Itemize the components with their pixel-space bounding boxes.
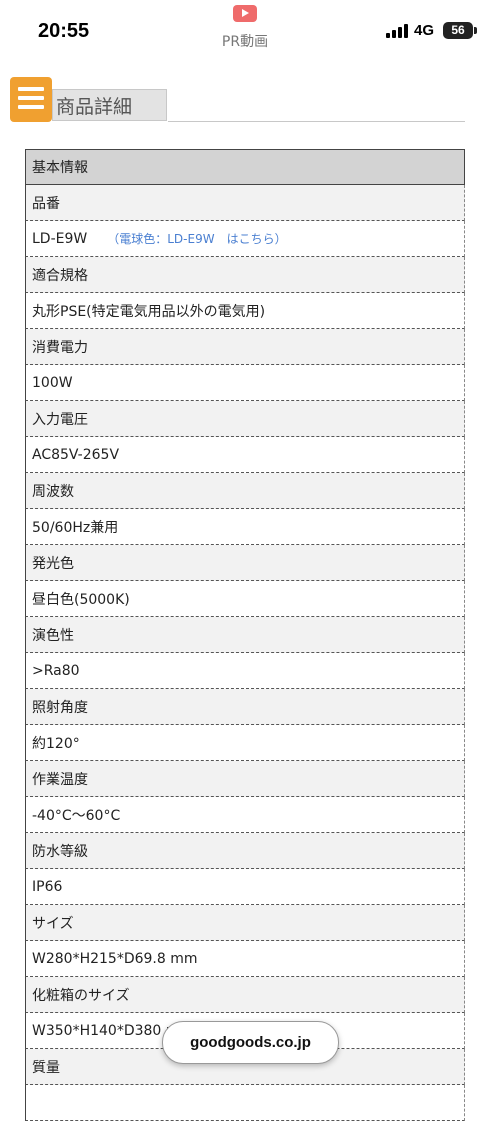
spec-value-text: W280*H215*D69.8 mm	[32, 950, 198, 967]
spec-value: 約120°	[25, 725, 465, 761]
spec-value: LD-E9W （電球色：LD-E9W はこちら）	[25, 221, 465, 257]
spec-label: 消費電力	[25, 329, 465, 365]
spec-label: 照射角度	[25, 689, 465, 725]
spec-label: 演色性	[25, 617, 465, 653]
spec-label: 品番	[25, 185, 465, 221]
spec-value-text: 丸形PSE(特定電気用品以外の電気用)	[32, 303, 266, 320]
signal-strength-icon	[386, 24, 410, 38]
spec-label: 発光色	[25, 545, 465, 581]
spec-value-text: 50/60Hz兼用	[32, 519, 119, 536]
light-color-variant-link[interactable]: （電球色：LD-E9W はこちら）	[107, 230, 286, 247]
spec-value: -40°C〜60°C	[25, 797, 465, 833]
youtube-play-icon[interactable]	[233, 5, 257, 22]
spec-label: 作業温度	[25, 761, 465, 797]
spec-value: >Ra80	[25, 653, 465, 689]
spec-value: 丸形PSE(特定電気用品以外の電気用)	[25, 293, 465, 329]
battery-icon: 56	[443, 22, 477, 39]
spec-label: 化粧箱のサイズ	[25, 977, 465, 1013]
spec-value: W280*H215*D69.8 mm	[25, 941, 465, 977]
spec-label: 入力電圧	[25, 401, 465, 437]
spec-label: サイズ	[25, 905, 465, 941]
spec-label: 適合規格	[25, 257, 465, 293]
spec-value-text: AC85V-265V	[32, 446, 120, 463]
spec-value-text: LD-E9W	[32, 230, 88, 247]
spec-value: AC85V-265V	[25, 437, 465, 473]
spec-table: 基本情報 品番 LD-E9W （電球色：LD-E9W はこちら） 適合規格丸形PSE(…	[25, 149, 465, 1121]
page-title: 商品詳細	[56, 96, 133, 118]
spec-value-text: 昼白色(5000K)	[32, 591, 130, 608]
site-domain-badge[interactable]: goodgoods.co.jp	[162, 1021, 339, 1064]
spec-value: 50/60Hz兼用	[25, 509, 465, 545]
spec-value: 昼白色(5000K)	[25, 581, 465, 617]
spec-label: 防水等級	[25, 833, 465, 869]
spec-value-text: IP66	[32, 878, 63, 895]
spec-value	[25, 1085, 465, 1121]
spec-value-text: >Ra80	[32, 662, 80, 679]
network-type: 4G	[414, 22, 435, 39]
spec-value-text: -40°C〜60°C	[32, 807, 121, 824]
spec-label: 周波数	[25, 473, 465, 509]
spec-value-text: 100W	[32, 374, 73, 391]
hamburger-menu-icon[interactable]	[10, 77, 52, 122]
spec-value-text: 約120°	[32, 735, 80, 752]
spec-value: 100W	[25, 365, 465, 401]
spec-section-header: 基本情報	[25, 149, 465, 185]
status-bar: 20:55 PR動画 4G 56	[0, 0, 500, 56]
title-divider	[168, 121, 465, 122]
spec-value: IP66	[25, 869, 465, 905]
